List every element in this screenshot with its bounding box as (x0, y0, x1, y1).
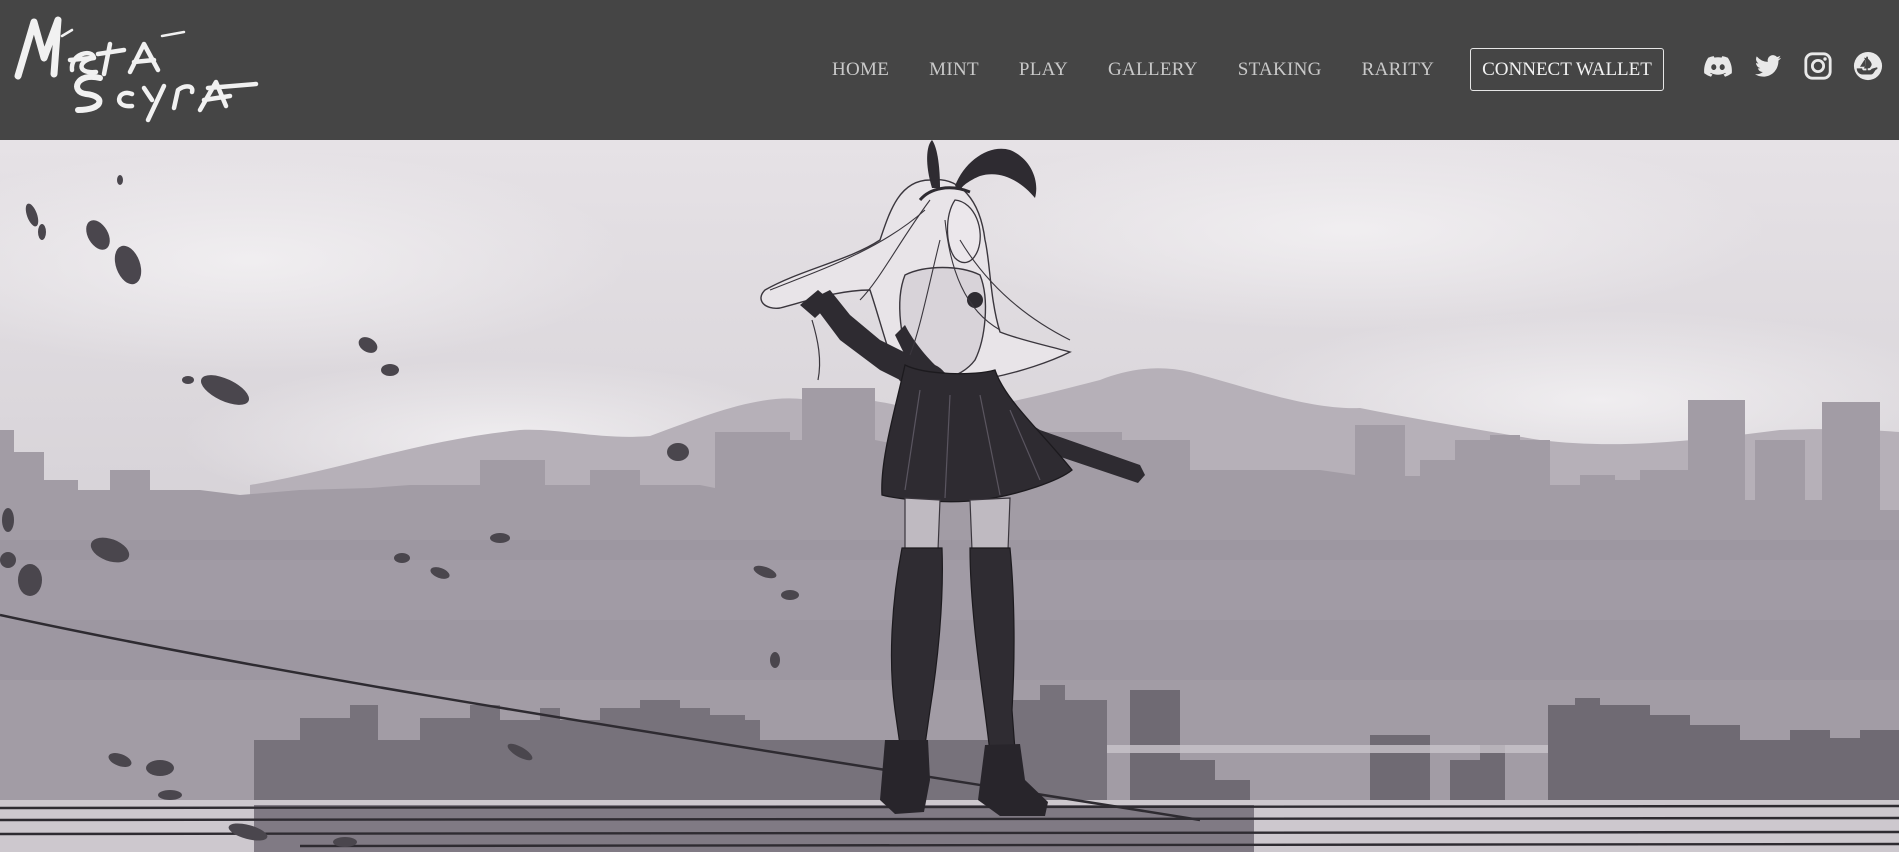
hero-artwork (0, 140, 1899, 852)
site-header: HOME MINT PLAY GALLERY STAKING RARITY CO… (0, 0, 1899, 140)
social-links (1702, 50, 1884, 82)
opensea-link[interactable] (1852, 50, 1884, 82)
instagram-icon (1804, 52, 1832, 80)
site-logo[interactable] (12, 14, 262, 124)
hero-banner (0, 140, 1899, 852)
nav-home[interactable]: HOME (832, 59, 889, 81)
main-nav: HOME MINT PLAY GALLERY STAKING RARITY (832, 0, 1434, 140)
connect-wallet-button[interactable]: CONNECT WALLET (1470, 48, 1664, 91)
instagram-link[interactable] (1802, 50, 1834, 82)
discord-link[interactable] (1702, 50, 1734, 82)
nav-gallery[interactable]: GALLERY (1108, 59, 1198, 81)
nav-play[interactable]: PLAY (1019, 59, 1068, 81)
meta-scyra-logo (14, 16, 259, 123)
nav-mint[interactable]: MINT (929, 59, 979, 81)
nav-staking[interactable]: STAKING (1238, 59, 1322, 81)
nav-rarity[interactable]: RARITY (1362, 59, 1435, 81)
discord-icon (1704, 56, 1732, 77)
opensea-icon (1853, 51, 1883, 81)
twitter-link[interactable] (1752, 50, 1784, 82)
twitter-icon (1754, 55, 1782, 77)
